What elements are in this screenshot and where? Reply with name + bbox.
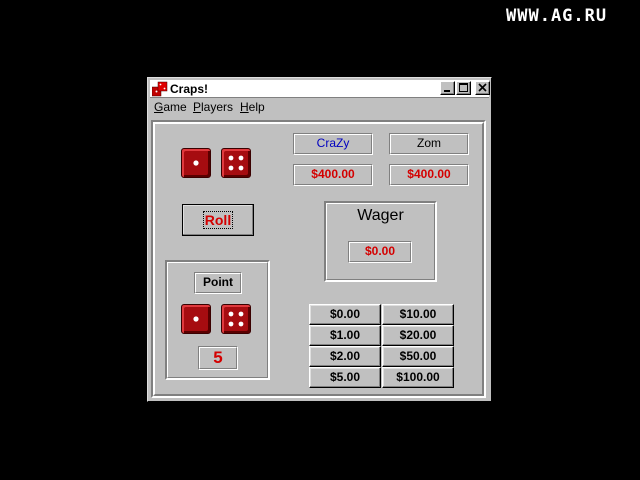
- player-2-bankroll-text: $400.00: [407, 167, 451, 181]
- game-panel: Roll CraZy Zom $400.00 $400.00 Wager $0.…: [151, 120, 486, 398]
- bet-button-label: $5.00: [329, 370, 361, 384]
- bet-button-50[interactable]: $50.00: [382, 346, 454, 367]
- wager-label: Wager: [357, 207, 404, 224]
- point-group: Point 5: [165, 260, 270, 380]
- menu-help-mnemonic: H: [240, 100, 249, 114]
- wager-amount: $0.00: [348, 241, 412, 263]
- roll-die-2: [221, 148, 251, 178]
- title-bar[interactable]: Craps!: [150, 80, 490, 98]
- menu-bar: Game Players Help: [150, 98, 489, 116]
- dice-app-icon[interactable]: [151, 81, 168, 97]
- minimize-button[interactable]: [440, 81, 455, 95]
- player-2-bankroll: $400.00: [389, 164, 469, 186]
- menu-game-label: ame: [163, 100, 187, 114]
- maximize-icon: [459, 83, 468, 92]
- roll-die-1: [181, 148, 211, 178]
- bet-button-0[interactable]: $0.00: [309, 304, 381, 325]
- bet-button-label: $0.00: [329, 307, 361, 321]
- menu-players-label: layers: [201, 100, 234, 114]
- bet-button-2[interactable]: $2.00: [309, 346, 381, 367]
- watermark: WWW.AG.RU: [506, 6, 608, 26]
- window-title: Craps!: [170, 82, 209, 96]
- bet-button-20[interactable]: $20.00: [382, 325, 454, 346]
- bet-button-label: $10.00: [399, 307, 437, 321]
- roll-button-label: Roll: [202, 211, 234, 229]
- player-1-bankroll: $400.00: [293, 164, 373, 186]
- menu-game-mnemonic: G: [154, 100, 164, 114]
- die-face-one-icon: [193, 316, 199, 322]
- menu-help-label: elp: [248, 100, 265, 114]
- bet-button-label: $20.00: [399, 328, 437, 342]
- bet-button-label: $50.00: [399, 349, 437, 363]
- player-1-name-text: CraZy: [316, 136, 350, 150]
- menu-players[interactable]: Players: [193, 100, 233, 114]
- bet-button-5[interactable]: $5.00: [309, 367, 381, 388]
- point-value: 5: [198, 346, 238, 370]
- point-label: Point: [203, 275, 233, 289]
- bet-button-100[interactable]: $100.00: [382, 367, 454, 388]
- die-face-four-icon: [228, 311, 244, 327]
- roll-button[interactable]: Roll: [182, 204, 254, 236]
- player-1-name: CraZy: [293, 133, 373, 155]
- bet-button-label: $100.00: [396, 370, 440, 384]
- menu-game[interactable]: Game: [154, 100, 187, 114]
- wager-group: Wager $0.00: [324, 201, 437, 282]
- menu-help[interactable]: Help: [240, 100, 265, 114]
- menu-players-mnemonic: P: [193, 100, 202, 114]
- die-face-one-icon: [193, 160, 199, 166]
- point-value-text: 5: [213, 348, 223, 367]
- bet-button-1[interactable]: $1.00: [309, 325, 381, 346]
- bet-button-label: $1.00: [329, 328, 361, 342]
- wager-amount-text: $0.00: [364, 244, 396, 258]
- bet-button-label: $2.00: [329, 349, 361, 363]
- close-icon: [478, 83, 487, 92]
- die-face-four-icon: [228, 155, 244, 171]
- bet-button-10[interactable]: $10.00: [382, 304, 454, 325]
- minimize-icon: [444, 90, 450, 92]
- player-1-bankroll-text: $400.00: [311, 167, 355, 181]
- player-2-name: Zom: [389, 133, 469, 155]
- maximize-button[interactable]: [456, 81, 471, 95]
- point-die-1: [181, 304, 211, 334]
- close-button[interactable]: [475, 81, 490, 95]
- point-die-2: [221, 304, 251, 334]
- point-label-box: Point: [194, 272, 242, 294]
- player-2-name-text: Zom: [417, 136, 441, 150]
- craps-window: Craps! Game Players Help Roll CraZy Zom …: [147, 77, 492, 402]
